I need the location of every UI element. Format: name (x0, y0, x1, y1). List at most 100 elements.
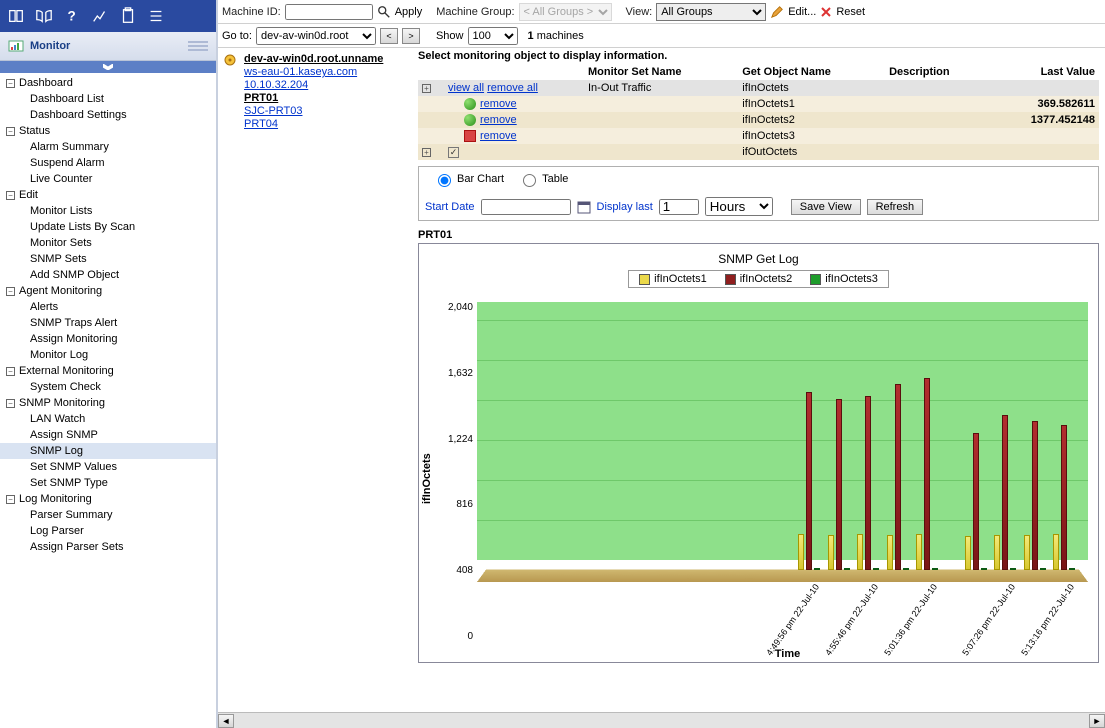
tree-group[interactable]: −External Monitoring (0, 363, 216, 379)
horizontal-scrollbar[interactable]: ◄ ► (218, 712, 1105, 728)
tree-item[interactable]: Update Lists By Scan (0, 219, 216, 235)
nav-bar: Go to: dev-av-win0d.root < > Show 100 1 … (218, 24, 1105, 48)
unit-select[interactable]: Hours (705, 197, 773, 216)
tree-item[interactable]: Log Parser (0, 523, 216, 539)
x-tick: 4:55:46 pm 22-Jul-10 (823, 582, 880, 657)
tree-item[interactable]: Dashboard Settings (0, 107, 216, 123)
prev-button[interactable]: < (380, 28, 398, 44)
info-heading: Select monitoring object to display info… (418, 48, 1099, 64)
stats-icon[interactable] (90, 6, 110, 26)
machine-link[interactable]: 10.10.32.204 (244, 79, 308, 91)
remove-link[interactable]: remove (480, 98, 517, 110)
tree-item[interactable]: Dashboard List (0, 91, 216, 107)
bar (1002, 415, 1008, 570)
section-title-text: Monitor (30, 40, 70, 52)
collapse-strip[interactable] (0, 61, 216, 73)
remove-all-link[interactable]: remove all (487, 82, 538, 94)
view-all-link[interactable]: view all (448, 82, 484, 94)
tree-group[interactable]: −Status (0, 123, 216, 139)
bar (1032, 421, 1038, 570)
machine-group-select[interactable]: < All Groups > (519, 3, 612, 21)
display-last-input[interactable] (659, 199, 699, 215)
machine-count: 1 machines (528, 30, 584, 42)
tree-item[interactable]: SNMP Sets (0, 251, 216, 267)
search-icon[interactable] (377, 5, 391, 19)
book-icon[interactable] (6, 6, 26, 26)
bar (857, 534, 863, 570)
status-error-icon (464, 130, 476, 142)
monitor-icon (8, 38, 24, 54)
tree-item[interactable]: Monitor Sets (0, 235, 216, 251)
reset-link[interactable]: Reset (836, 6, 865, 18)
current-machine[interactable]: dev-av-win0d.root.unname (244, 53, 414, 65)
tree-item[interactable]: Assign Monitoring (0, 331, 216, 347)
bar-chart-radio[interactable]: Bar Chart (433, 171, 504, 187)
chart-ylabel: ifInOctets (419, 296, 435, 662)
goto-select[interactable]: dev-av-win0d.root (256, 27, 376, 45)
table-row: removeifInOctets21377.452148 (418, 112, 1099, 128)
device-link[interactable]: PRT04 (244, 118, 278, 130)
list-icon[interactable] (146, 6, 166, 26)
machine-link[interactable]: ws-eau-01.kaseya.com (244, 66, 357, 78)
tree-item[interactable]: LAN Watch (0, 411, 216, 427)
legend-item: ifInOctets1 (639, 273, 707, 285)
help-icon[interactable]: ? (62, 6, 82, 26)
scroll-right-button[interactable]: ► (1089, 714, 1105, 728)
scroll-left-button[interactable]: ◄ (218, 714, 234, 728)
pencil-icon[interactable] (770, 5, 784, 19)
tree-item[interactable]: Monitor Lists (0, 203, 216, 219)
save-view-button[interactable]: Save View (791, 199, 861, 215)
tree-item[interactable]: SNMP Log (0, 443, 216, 459)
device-link[interactable]: SJC-PRT03 (244, 105, 302, 117)
tree-item[interactable]: Suspend Alarm (0, 155, 216, 171)
next-button[interactable]: > (402, 28, 420, 44)
section-header: Monitor (0, 32, 216, 61)
tree-group[interactable]: −Agent Monitoring (0, 283, 216, 299)
col-actions (444, 64, 584, 80)
tree-item[interactable]: Set SNMP Values (0, 459, 216, 475)
start-date-input[interactable] (481, 199, 571, 215)
machine-id-input[interactable] (285, 4, 373, 20)
tree-item[interactable]: System Check (0, 379, 216, 395)
book-open-icon[interactable] (34, 6, 54, 26)
calendar-icon[interactable] (577, 200, 591, 214)
tree-item[interactable]: Alarm Summary (0, 139, 216, 155)
bar (932, 568, 938, 570)
x-tick: 4:49:56 pm 22-Jul-10 (764, 582, 821, 657)
left-topbar: ? (0, 0, 216, 32)
tree-item[interactable]: Add SNMP Object (0, 267, 216, 283)
edit-link[interactable]: Edit... (788, 6, 816, 18)
device-current[interactable]: PRT01 (244, 92, 414, 104)
object-table: Monitor Set Name Get Object Name Descrip… (418, 64, 1099, 160)
bar (1040, 568, 1046, 570)
tree-item[interactable]: Alerts (0, 299, 216, 315)
tree-group[interactable]: −Log Monitoring (0, 491, 216, 507)
tree-group[interactable]: −Dashboard (0, 75, 216, 91)
tree-item[interactable]: Set SNMP Type (0, 475, 216, 491)
tree-item[interactable]: Assign Parser Sets (0, 539, 216, 555)
bar (865, 396, 871, 571)
view-select[interactable]: All Groups (656, 3, 766, 21)
bar (798, 534, 804, 570)
clipboard-icon[interactable] (118, 6, 138, 26)
remove-link[interactable]: remove (480, 114, 517, 126)
tree-item[interactable]: Assign SNMP (0, 427, 216, 443)
reset-icon[interactable] (820, 6, 832, 18)
tree-item[interactable]: SNMP Traps Alert (0, 315, 216, 331)
remove-link[interactable]: remove (480, 130, 517, 142)
tree-group[interactable]: −SNMP Monitoring (0, 395, 216, 411)
tree-item[interactable]: Live Counter (0, 171, 216, 187)
table-radio[interactable]: Table (518, 171, 568, 187)
tree-item[interactable]: Monitor Log (0, 347, 216, 363)
chart-legend: ifInOctets1ifInOctets2ifInOctets3 (628, 270, 889, 288)
apply-link[interactable]: Apply (395, 6, 423, 18)
chart-xlabel: Time (775, 648, 800, 660)
col-objname: Get Object Name (738, 64, 885, 80)
refresh-button[interactable]: Refresh (867, 199, 924, 215)
table-row: removeifInOctets3 (418, 128, 1099, 144)
show-select[interactable]: 100 (468, 27, 518, 45)
svg-text:?: ? (68, 9, 76, 24)
tree-item[interactable]: Parser Summary (0, 507, 216, 523)
tree-group[interactable]: −Edit (0, 187, 216, 203)
bar (814, 568, 820, 570)
